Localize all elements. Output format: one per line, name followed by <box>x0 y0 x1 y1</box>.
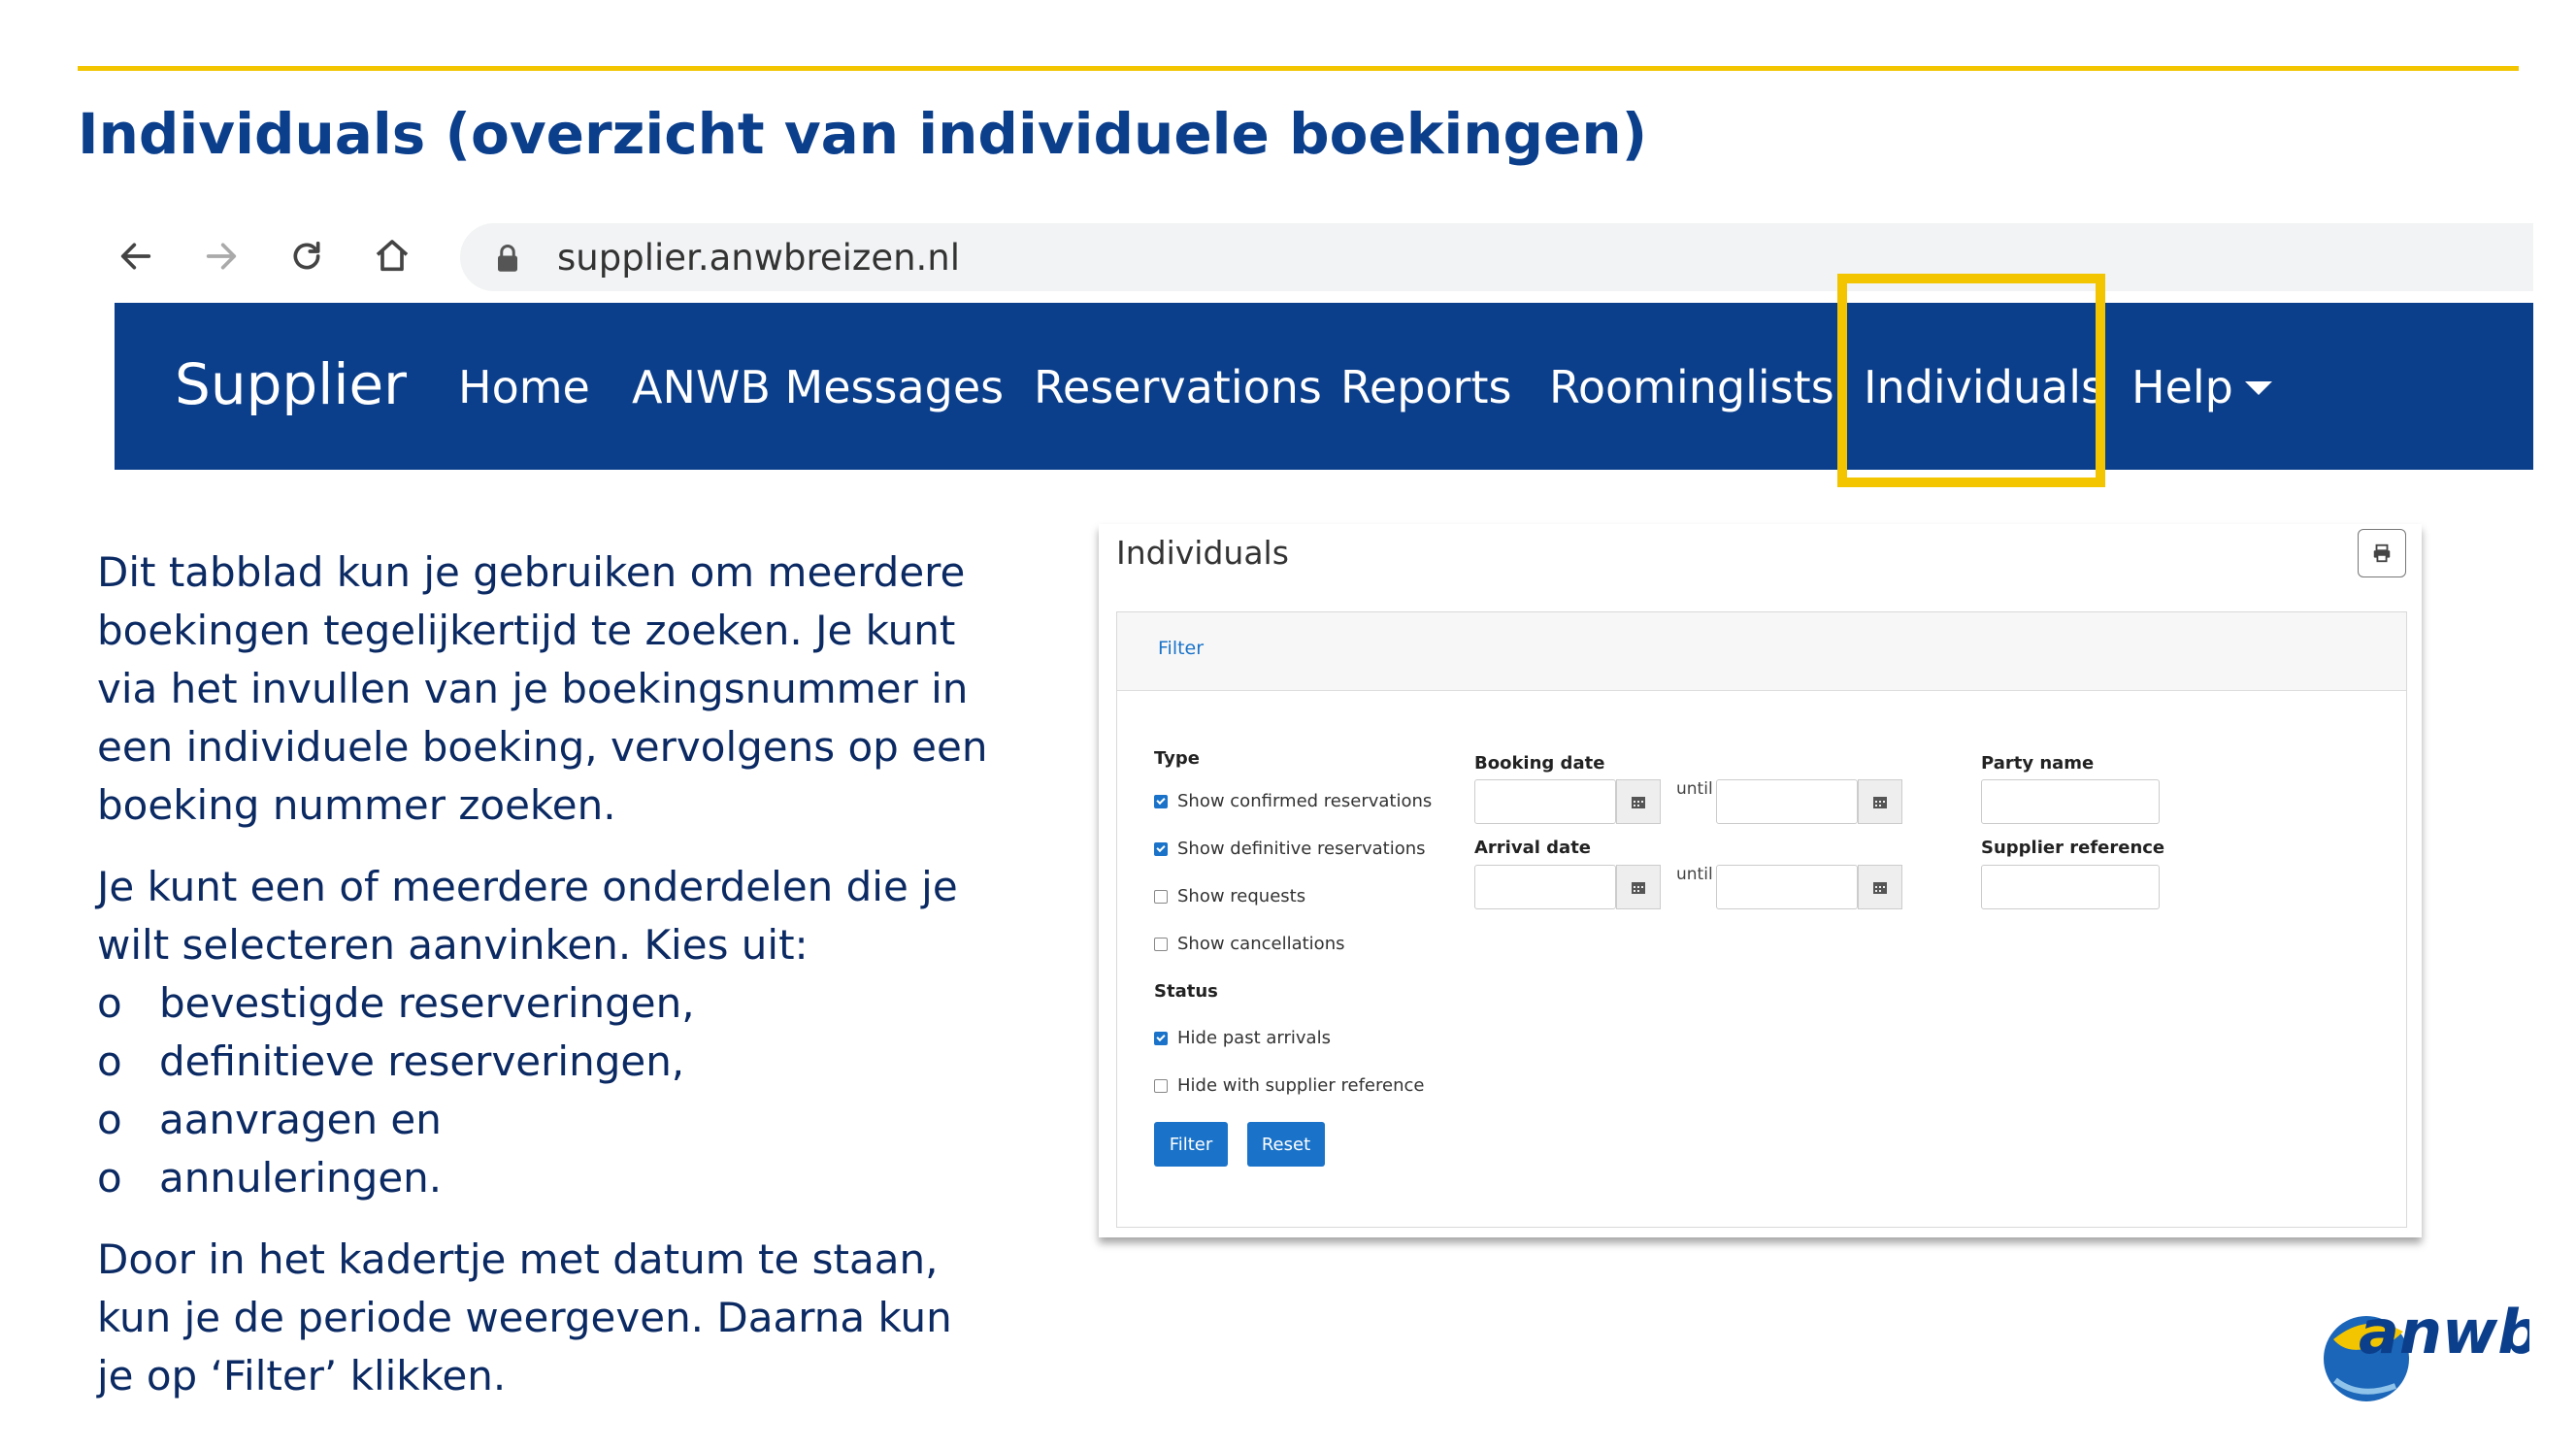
checkbox-label: Hide past arrivals <box>1177 1028 1331 1048</box>
calendar-icon[interactable] <box>1616 865 1661 909</box>
lock-icon <box>495 244 520 277</box>
list-item-text: definitieve reserveringen, <box>159 1037 685 1085</box>
forward-icon[interactable] <box>192 227 250 285</box>
nav-roominglists[interactable]: Roominglists <box>1549 361 1834 413</box>
filter-tab[interactable]: Filter <box>1158 638 1204 659</box>
checkbox-checked[interactable] <box>1154 1031 1168 1045</box>
nav-help[interactable]: Help <box>2131 361 2272 413</box>
list-item: o bevestigde reserveringen, <box>97 974 990 1033</box>
bullet-mark: o <box>97 1096 122 1143</box>
caret-down-icon <box>2244 380 2272 395</box>
nav-reservations[interactable]: Reservations <box>1034 361 1322 413</box>
arrival-date-label: Arrival date <box>1474 838 1592 858</box>
checkbox-hide-supplier-reference[interactable]: Hide with supplier reference <box>1154 1075 1424 1096</box>
url-text: supplier.anwbreizen.nl <box>557 237 961 279</box>
nav-reports[interactable]: Reports <box>1340 361 1511 413</box>
filter-button[interactable]: Filter <box>1154 1122 1228 1167</box>
description-paragraph-1: Dit tabblad kun je gebruiken om meerdere… <box>97 548 988 829</box>
checkbox-definitive[interactable]: Show definitive reservations <box>1154 839 1426 859</box>
list-item-text: annuleringen. <box>159 1154 443 1202</box>
description-text: Dit tabblad kun je gebruiken om meerdere… <box>97 543 990 1429</box>
checkbox-label: Show definitive reservations <box>1177 839 1426 859</box>
checkbox-hide-past-arrivals[interactable]: Hide past arrivals <box>1154 1028 1331 1048</box>
bullet-mark: o <box>97 1154 122 1202</box>
bullet-mark: o <box>97 1037 122 1085</box>
print-button[interactable] <box>2358 529 2406 577</box>
calendar-icon[interactable] <box>1616 779 1661 824</box>
anwb-logo: anwb <box>2324 1297 2529 1401</box>
print-icon <box>2373 543 2391 563</box>
checkbox-unchecked[interactable] <box>1154 889 1168 904</box>
nav-home[interactable]: Home <box>458 361 590 413</box>
until-label: until <box>1676 779 1713 799</box>
checkbox-requests[interactable]: Show requests <box>1154 886 1305 906</box>
booking-date-from-input[interactable] <box>1474 779 1616 824</box>
app-navbar: Supplier Home ANWB Messages Reservations… <box>115 303 2533 470</box>
description-paragraph-2: Je kunt een of meerdere onderdelen die j… <box>97 863 958 969</box>
party-name-label: Party name <box>1981 753 2095 774</box>
logo-text: anwb <box>2359 1297 2529 1367</box>
checkbox-unchecked[interactable] <box>1154 1078 1168 1093</box>
checkbox-label: Hide with supplier reference <box>1177 1075 1425 1096</box>
status-label: Status <box>1154 981 1218 1002</box>
checkbox-cancellations[interactable]: Show cancellations <box>1154 934 1345 954</box>
individuals-highlight-box <box>1837 274 2105 487</box>
supplier-reference-label: Supplier reference <box>1981 838 2165 858</box>
calendar-icon[interactable] <box>1858 865 1902 909</box>
checkbox-unchecked[interactable] <box>1154 937 1168 951</box>
back-icon[interactable] <box>107 227 165 285</box>
nav-anwb-messages[interactable]: ANWB Messages <box>632 361 1004 413</box>
address-bar[interactable]: supplier.anwbreizen.nl <box>460 223 2533 291</box>
top-accent-line <box>78 66 2519 71</box>
slide-title: Individuals (overzicht van individuele b… <box>78 101 1648 167</box>
supplier-reference-input[interactable] <box>1981 865 2160 909</box>
checkbox-checked[interactable] <box>1154 841 1168 856</box>
checkbox-confirmed[interactable]: Show confirmed reservations <box>1154 791 1432 811</box>
bullet-mark: o <box>97 979 122 1027</box>
option-list: o bevestigde reserveringen, o definitieve … <box>97 974 990 1207</box>
reload-icon[interactable] <box>278 227 336 285</box>
calendar-icon[interactable] <box>1858 779 1902 824</box>
checkbox-label: Show confirmed reservations <box>1177 791 1433 811</box>
party-name-input[interactable] <box>1981 779 2160 824</box>
list-item: o aanvragen en <box>97 1091 990 1149</box>
arrival-date-from-input[interactable] <box>1474 865 1616 909</box>
brand-logo-text[interactable]: Supplier <box>175 351 407 417</box>
checkbox-label: Show cancellations <box>1177 934 1345 954</box>
panel-title: Individuals <box>1116 534 1289 572</box>
description-paragraph-3: Door in het kadertje met datum te staan,… <box>97 1235 952 1400</box>
list-item: o definitieve reserveringen, <box>97 1033 990 1091</box>
list-item-text: bevestigde reserveringen, <box>159 979 695 1027</box>
individuals-panel: Individuals Filter Type Show confirmed r… <box>1099 524 2422 1237</box>
booking-date-until-input[interactable] <box>1716 779 1858 824</box>
home-icon[interactable] <box>363 227 421 285</box>
checkbox-label: Show requests <box>1177 886 1306 906</box>
list-item-text: aanvragen en <box>159 1096 442 1143</box>
until-label: until <box>1676 865 1713 884</box>
filter-card-header: Filter <box>1117 612 2406 691</box>
browser-toolbar: supplier.anwbreizen.nl <box>107 214 2533 301</box>
checkbox-checked[interactable] <box>1154 794 1168 808</box>
list-item: o annuleringen. <box>97 1149 990 1207</box>
booking-date-label: Booking date <box>1474 753 1605 774</box>
arrival-date-until-input[interactable] <box>1716 865 1858 909</box>
nav-help-label: Help <box>2131 361 2233 413</box>
reset-button[interactable]: Reset <box>1247 1122 1325 1167</box>
filter-card: Filter Type Show confirmed reservations … <box>1116 611 2407 1228</box>
type-label: Type <box>1154 748 1200 769</box>
